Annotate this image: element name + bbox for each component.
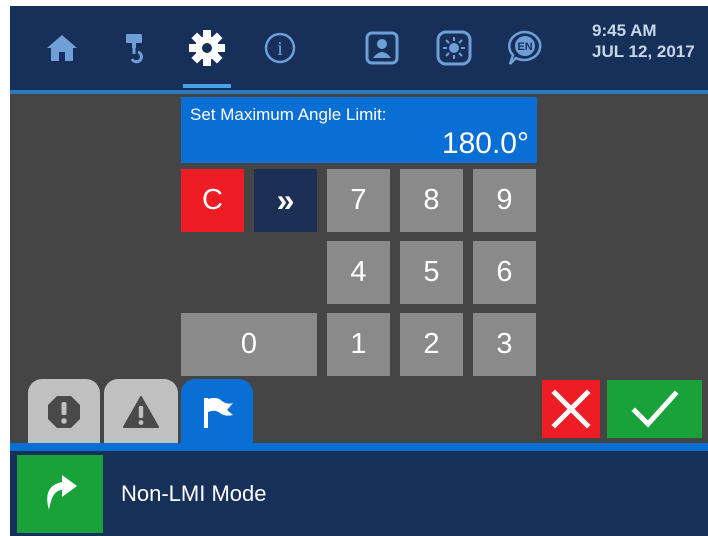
mode-arrow-icon [47, 475, 77, 510]
language-icon[interactable]: EN [505, 28, 545, 68]
key-3[interactable]: 3 [473, 313, 536, 376]
tab-strip-underline [10, 443, 708, 451]
time-display: 9:45 AM [592, 21, 657, 40]
mode-button[interactable] [17, 455, 103, 533]
key-9[interactable]: 9 [473, 169, 536, 232]
info-glyph: i [277, 38, 283, 60]
checkmark-icon [630, 390, 679, 428]
warning-triangle-icon [123, 396, 159, 428]
key-0[interactable]: 0 [181, 313, 317, 376]
info-icon[interactable]: i [260, 28, 300, 68]
next-button[interactable]: » [254, 169, 317, 232]
key-4[interactable]: 4 [327, 241, 390, 304]
key-8[interactable]: 8 [400, 169, 463, 232]
cancel-button[interactable] [542, 380, 600, 438]
confirm-button[interactable] [607, 380, 702, 438]
key-7[interactable]: 7 [327, 169, 390, 232]
key-5[interactable]: 5 [400, 241, 463, 304]
value-entry-display: Set Maximum Angle Limit: 180.0° [181, 97, 537, 163]
clock: 9:45 AM JUL 12, 2017 [592, 20, 695, 62]
key-2[interactable]: 2 [400, 313, 463, 376]
entry-value: 180.0° [441, 127, 529, 160]
key-6[interactable]: 6 [473, 241, 536, 304]
close-icon [551, 389, 591, 429]
key-1[interactable]: 1 [327, 313, 390, 376]
active-tab-indicator [183, 84, 231, 88]
language-badge: EN [517, 41, 532, 53]
tab-warnings[interactable] [104, 379, 178, 445]
date-display: JUL 12, 2017 [592, 42, 695, 61]
clear-button[interactable]: C [181, 169, 244, 232]
operator-profile-icon[interactable] [362, 28, 402, 68]
flag-icon [204, 397, 233, 428]
bottom-status-bar: Non-LMI Mode [10, 451, 708, 536]
tab-alarms[interactable] [28, 379, 100, 445]
mode-label: Non-LMI Mode [121, 481, 267, 506]
entry-label: Set Maximum Angle Limit: [190, 105, 387, 124]
brightness-icon[interactable] [434, 28, 474, 68]
alarm-octagon-icon [48, 396, 80, 428]
top-bar-divider [10, 90, 708, 94]
crane-hook-icon[interactable] [114, 28, 154, 68]
tab-limits[interactable] [181, 379, 253, 445]
gear-icon[interactable] [187, 28, 227, 68]
top-navigation-bar: i EN 9:45 AM JUL 12, 2017 [10, 6, 708, 90]
lmi-display-screen: i EN 9:45 AM JUL 12, 2017 Set Maximum An… [10, 6, 708, 536]
home-icon[interactable] [42, 28, 82, 68]
